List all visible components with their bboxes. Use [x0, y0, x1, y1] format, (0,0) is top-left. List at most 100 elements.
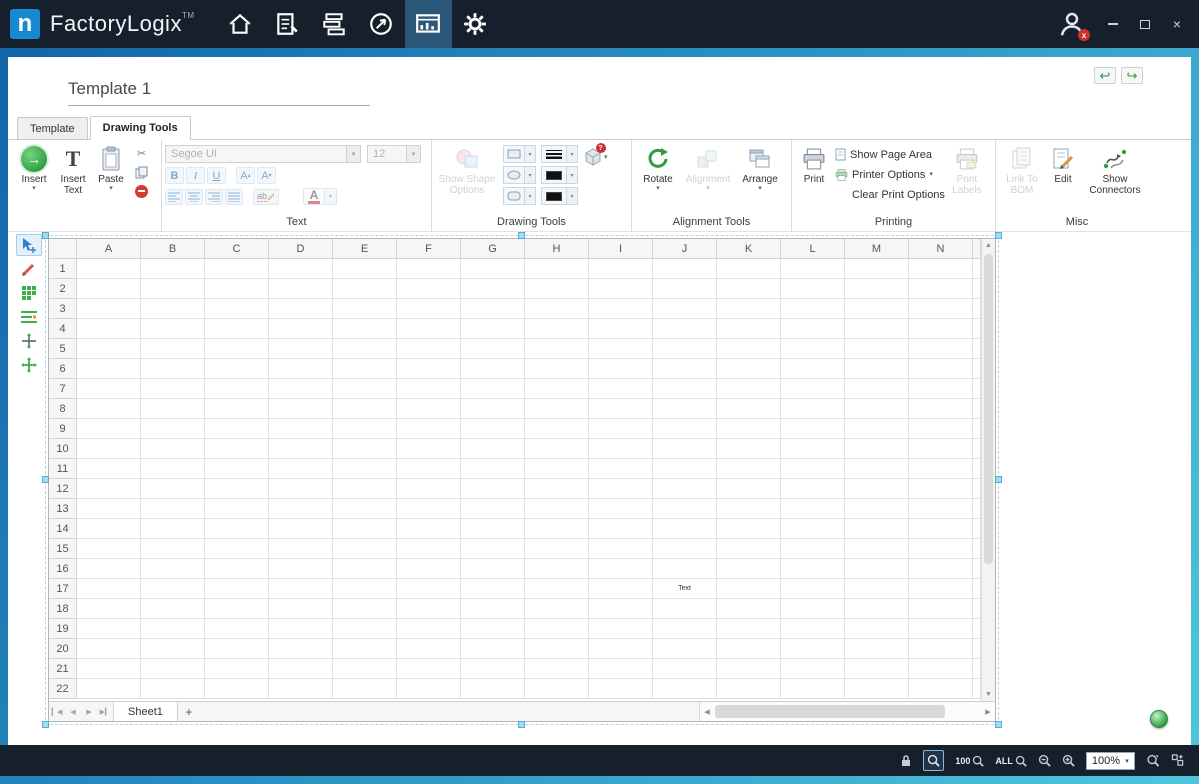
- grid-cell[interactable]: [909, 359, 973, 379]
- grid-cell[interactable]: [909, 639, 973, 659]
- grid-cell[interactable]: [717, 639, 781, 659]
- grid-cell[interactable]: [909, 459, 973, 479]
- grid-cell[interactable]: [141, 459, 205, 479]
- grid-cell[interactable]: [333, 339, 397, 359]
- pointer-tool-icon[interactable]: [16, 234, 42, 256]
- row-header[interactable]: 19: [49, 619, 77, 639]
- grid-cell[interactable]: [141, 639, 205, 659]
- grid-cell[interactable]: [397, 399, 461, 419]
- line-style-dropdown[interactable]: ▾: [567, 145, 578, 163]
- row-header[interactable]: 17: [49, 579, 77, 599]
- grid-cell[interactable]: [717, 519, 781, 539]
- column-header[interactable]: B: [141, 239, 205, 259]
- grid-cell[interactable]: [269, 599, 333, 619]
- grid-cell[interactable]: [77, 459, 141, 479]
- grid-cell[interactable]: [77, 419, 141, 439]
- selection-handle[interactable]: [42, 232, 49, 239]
- grid-cell[interactable]: [525, 319, 589, 339]
- grid-cell[interactable]: [781, 399, 845, 419]
- grid-cell[interactable]: [845, 419, 909, 439]
- grid-cell[interactable]: [717, 539, 781, 559]
- grid-cell[interactable]: [397, 499, 461, 519]
- grid-cell[interactable]: [909, 539, 973, 559]
- grid-cell[interactable]: [909, 579, 973, 599]
- grid-cell[interactable]: [525, 679, 589, 699]
- grid-cell[interactable]: [397, 539, 461, 559]
- selection-handle[interactable]: [42, 721, 49, 728]
- grid-cell[interactable]: [77, 379, 141, 399]
- column-header[interactable]: H: [525, 239, 589, 259]
- grid-cell[interactable]: [653, 259, 717, 279]
- grid-cell[interactable]: [205, 679, 269, 699]
- grid-cell[interactable]: [397, 439, 461, 459]
- grid-cell[interactable]: [205, 259, 269, 279]
- grid-cell[interactable]: [845, 659, 909, 679]
- grid-cell[interactable]: [525, 359, 589, 379]
- selection-handle[interactable]: [42, 476, 49, 483]
- grid-cell[interactable]: [397, 639, 461, 659]
- grid-cell[interactable]: [525, 599, 589, 619]
- grid-cell[interactable]: [397, 339, 461, 359]
- scroll-right-arrow[interactable]: ▶: [981, 702, 995, 721]
- grid-cell[interactable]: [589, 459, 653, 479]
- grid-cell[interactable]: [717, 299, 781, 319]
- redo-button[interactable]: ↪: [1121, 67, 1143, 84]
- shape-3d-button[interactable]: ? ▾: [582, 146, 608, 168]
- zoom-percent-select[interactable]: 100% ▾: [1086, 752, 1135, 770]
- grid-cell[interactable]: [717, 499, 781, 519]
- row-header[interactable]: 8: [49, 399, 77, 419]
- grid-cell[interactable]: [525, 499, 589, 519]
- grid-cell[interactable]: [845, 399, 909, 419]
- grid-cell[interactable]: [141, 599, 205, 619]
- grid-cell[interactable]: [845, 579, 909, 599]
- sheet-tab[interactable]: Sheet1: [113, 702, 178, 721]
- column-header[interactable]: I: [589, 239, 653, 259]
- grid-cell[interactable]: [525, 339, 589, 359]
- grid-cell[interactable]: [461, 299, 525, 319]
- zoom-all-button[interactable]: ALL: [995, 755, 1027, 767]
- grid-cell[interactable]: [269, 359, 333, 379]
- grid-cell[interactable]: [141, 479, 205, 499]
- grid-cell[interactable]: [781, 339, 845, 359]
- grid-cell[interactable]: [589, 499, 653, 519]
- grid-cell[interactable]: [205, 299, 269, 319]
- grid-cell[interactable]: [77, 579, 141, 599]
- grid-cell[interactable]: [77, 399, 141, 419]
- grid-cell[interactable]: [333, 559, 397, 579]
- grid-cell[interactable]: [205, 439, 269, 459]
- row-header[interactable]: 22: [49, 679, 77, 699]
- grid-cell[interactable]: [269, 639, 333, 659]
- status-orb-button[interactable]: [1150, 710, 1168, 728]
- grid-cell[interactable]: [781, 299, 845, 319]
- grid-cell[interactable]: [589, 359, 653, 379]
- line-color-dropdown[interactable]: ▾: [567, 166, 578, 184]
- close-button[interactable]: ×: [1169, 17, 1185, 31]
- lock-icon[interactable]: [900, 754, 912, 767]
- grid-cell[interactable]: [525, 479, 589, 499]
- grid-cell[interactable]: [845, 619, 909, 639]
- grid-cell[interactable]: [141, 319, 205, 339]
- grid-cell[interactable]: [589, 259, 653, 279]
- rounded-shape-button[interactable]: [503, 187, 525, 205]
- grid-cell[interactable]: [461, 379, 525, 399]
- selection-handle[interactable]: [995, 232, 1002, 239]
- row-header[interactable]: 5: [49, 339, 77, 359]
- grid-cell[interactable]: [461, 479, 525, 499]
- rectangle-shape-button[interactable]: [503, 145, 525, 163]
- horizontal-scrollbar[interactable]: ◀ ▶: [699, 702, 995, 721]
- grid-cell[interactable]: [141, 439, 205, 459]
- design-canvas[interactable]: ABCDEFGHIJKLMN1234567891011121314151617T…: [8, 232, 1191, 745]
- grid-cell[interactable]: [205, 659, 269, 679]
- column-header[interactable]: F: [397, 239, 461, 259]
- grid-cell[interactable]: [205, 419, 269, 439]
- horizontal-scroll-thumb[interactable]: [715, 705, 945, 718]
- column-header[interactable]: M: [845, 239, 909, 259]
- grid-cell[interactable]: [269, 579, 333, 599]
- grid-cell[interactable]: [397, 479, 461, 499]
- grid-cell[interactable]: [845, 459, 909, 479]
- grid-cell[interactable]: [525, 619, 589, 639]
- grid-cell[interactable]: [77, 299, 141, 319]
- grid-cell[interactable]: [461, 259, 525, 279]
- grid-cell[interactable]: [141, 279, 205, 299]
- grid-cell[interactable]: [141, 559, 205, 579]
